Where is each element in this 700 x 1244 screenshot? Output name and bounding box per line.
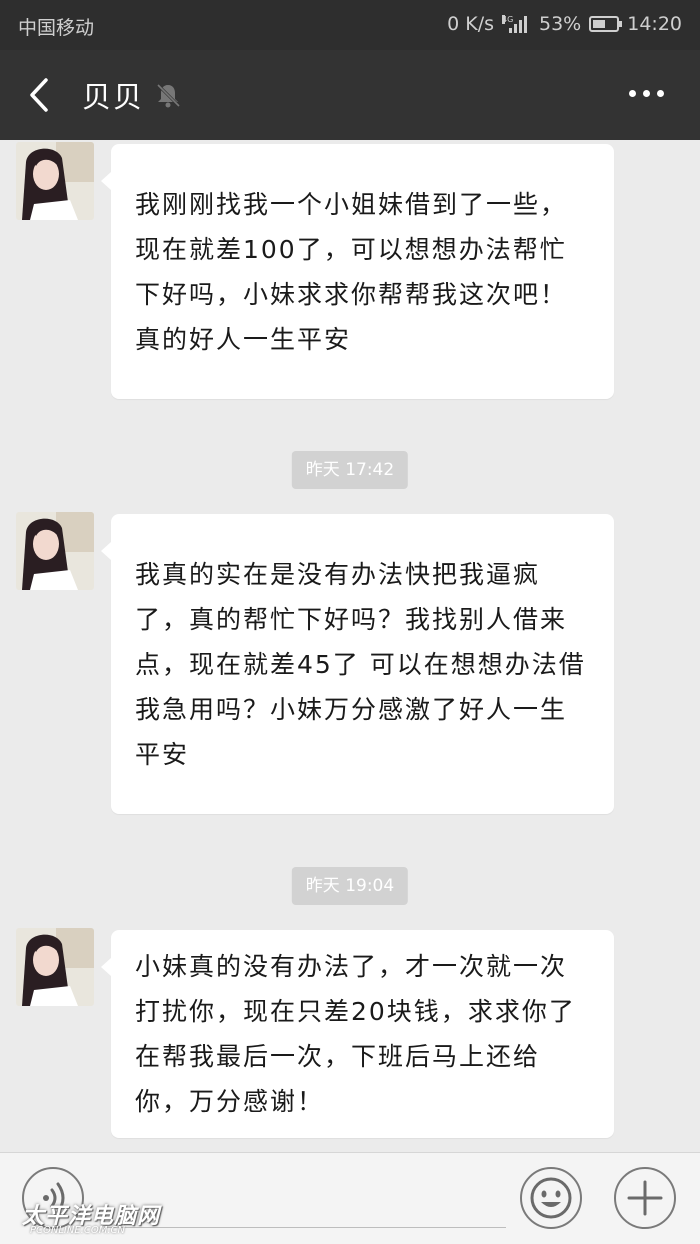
message-bubble[interactable]: 我刚刚找我一个小姐妹借到了一些，现在就差100了，可以想想办法帮忙下好吗，小妹求… <box>101 144 614 399</box>
watermark-sub: PCONLINE.COM.CN <box>30 1225 125 1236</box>
avatar[interactable] <box>16 928 94 1006</box>
network-speed: 0 K/s <box>447 13 494 35</box>
message-text: 小妹真的没有办法了，才一次就一次打扰你，现在只差20块钱，求求你了在帮我最后一次… <box>135 952 576 1116</box>
avatar[interactable] <box>16 512 94 590</box>
chat-title: 贝贝 <box>82 80 145 114</box>
status-bar: 中国移动 0 K/s 4G 53% 14:20 <box>0 0 700 50</box>
timestamp: 昨天 19:04 <box>291 867 409 905</box>
chat-header: 贝贝 <box>0 50 700 140</box>
battery-percent: 53% <box>539 13 582 35</box>
message-bubble[interactable]: 我真的实在是没有办法快把我逼疯了，真的帮忙下好吗？我找别人借来点，现在就差45了… <box>101 514 614 814</box>
avatar[interactable] <box>16 142 94 220</box>
message-text: 我真的实在是没有办法快把我逼疯了，真的帮忙下好吗？我找别人借来点，现在就差45了… <box>135 559 586 769</box>
status-indicators: 0 K/s 4G 53% 14:20 <box>447 13 682 35</box>
clock: 14:20 <box>627 13 682 35</box>
carrier-label: 中国移动 <box>18 17 95 39</box>
plus-icon[interactable] <box>614 1167 676 1229</box>
avatar-photo <box>16 928 94 1006</box>
bell-off-icon <box>156 83 181 108</box>
battery-level <box>593 20 605 28</box>
message-input[interactable] <box>104 1227 506 1228</box>
emoji-icon[interactable] <box>520 1167 582 1229</box>
battery-icon <box>589 16 623 32</box>
timestamp: 昨天 17:42 <box>291 451 409 489</box>
message-text: 我刚刚找我一个小姐妹借到了一些，现在就差100了，可以想想办法帮忙下好吗，小妹求… <box>135 189 568 354</box>
more-dots-icon[interactable] <box>629 90 664 97</box>
chevron-left-icon[interactable] <box>24 76 54 114</box>
avatar-photo <box>16 512 94 590</box>
network-type: 4G <box>502 15 514 24</box>
avatar-photo <box>16 142 94 220</box>
signal-icon: 4G <box>502 15 527 33</box>
message-bubble[interactable]: 小妹真的没有办法了，才一次就一次打扰你，现在只差20块钱，求求你了在帮我最后一次… <box>101 930 614 1138</box>
